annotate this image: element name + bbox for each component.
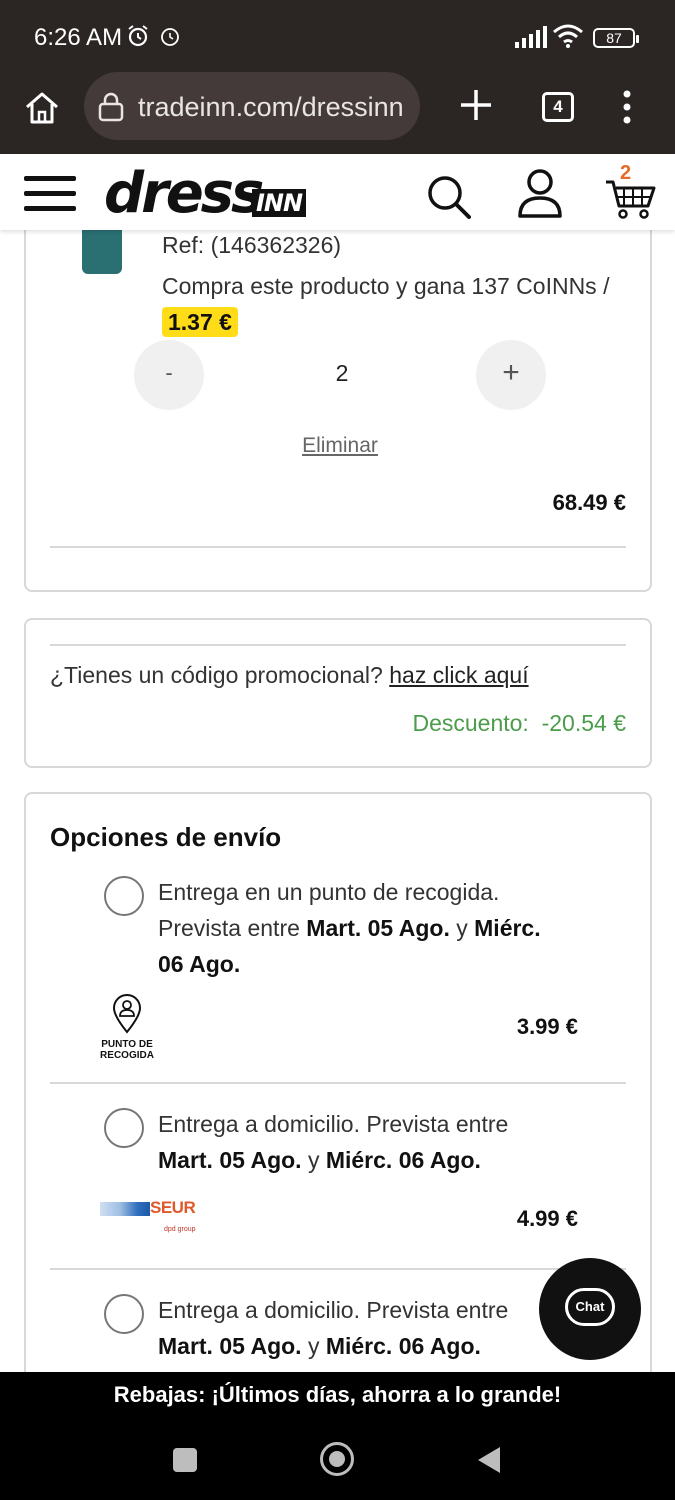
- coinn-value-badge: 1.37 €: [162, 307, 238, 337]
- option-date-to: Miérc. 06 Ago.: [325, 1147, 481, 1173]
- option-connector: y: [307, 1333, 320, 1359]
- option-eta-prefix: Prevista entre: [158, 915, 300, 941]
- quantity-value: 2: [335, 360, 349, 386]
- divider: [50, 1082, 626, 1084]
- seur-wordmark: SEUR: [150, 1198, 196, 1217]
- promo-card: ¿Tienes un código promocional? haz click…: [24, 618, 652, 768]
- system-nav-bar: [0, 1418, 675, 1500]
- discount-value: -20.54 €: [541, 710, 626, 736]
- site-header: dress INN 2: [0, 154, 675, 230]
- option-date-from: Mart. 05 Ago.: [158, 1147, 302, 1173]
- shipping-option-pickup-radio[interactable]: [104, 876, 144, 916]
- shipping-option-pickup-text: Entrega en un punto de recogida. Previst…: [158, 874, 588, 982]
- increase-quantity-button[interactable]: +: [476, 340, 546, 410]
- option-description: Entrega a domicilio. Prevista entre: [158, 1297, 509, 1323]
- coinn-reward-text: Compra este producto y gana 137 CoINNs /…: [162, 268, 632, 340]
- wifi-icon: [553, 24, 583, 48]
- chat-button[interactable]: Chat: [539, 1258, 641, 1360]
- shipping-option-home-radio[interactable]: [104, 1294, 144, 1334]
- promo-question: ¿Tienes un código promocional?: [50, 662, 383, 688]
- url-text: tradeinn.com/dressinn: [138, 92, 404, 122]
- cart-count-badge: 2: [620, 162, 632, 184]
- option-date-to: Miérc. 06 Ago.: [325, 1333, 481, 1359]
- option-connector: y: [456, 915, 468, 941]
- product-ref: Ref: (146362326): [162, 232, 342, 258]
- shipping-title: Opciones de envío: [50, 822, 282, 852]
- nav-home-icon[interactable]: [320, 1442, 354, 1476]
- option-date-from: Mart. 05 Ago.: [158, 1333, 302, 1359]
- logo-inn: INN: [252, 189, 307, 217]
- pickup-label-1: PUNTO DE: [101, 1039, 153, 1050]
- shipping-option-home-seur-text: Entrega a domicilio. Prevista entre Mart…: [158, 1106, 588, 1178]
- battery-indicator: 87: [593, 28, 639, 48]
- lock-icon: [98, 92, 124, 122]
- option-description: Entrega en un punto de recogida.: [158, 879, 500, 905]
- seur-logo: SEUR dpd group: [100, 1198, 210, 1242]
- shipping-option-home-seur-price: 4.99 €: [516, 1206, 578, 1231]
- pickup-label-2: RECOGIDA: [100, 1050, 154, 1061]
- pickup-point-logo: PUNTO DE RECOGIDA: [96, 994, 158, 1062]
- recent-apps-icon[interactable]: [173, 1448, 197, 1472]
- logo-wordmark: dress: [104, 161, 264, 226]
- dressinn-logo[interactable]: dress INN: [104, 166, 307, 222]
- discount-line: Descuento: -20.54 €: [412, 710, 626, 737]
- address-bar[interactable]: tradeinn.com/dressinn: [84, 72, 420, 140]
- browser-toolbar: tradeinn.com/dressinn 4: [0, 72, 675, 154]
- home-icon[interactable]: [22, 88, 62, 128]
- option-description: Entrega a domicilio. Prevista entre: [158, 1111, 509, 1137]
- option-date-to-day: 06 Ago.: [158, 951, 241, 977]
- user-icon[interactable]: [516, 168, 564, 220]
- promo-code-prompt: ¿Tienes un código promocional? haz click…: [50, 662, 529, 689]
- status-time: 6:26 AM: [34, 24, 123, 51]
- coinn-text: Compra este producto y gana 137 CoINNs: [162, 273, 597, 299]
- cart-item-card: Ref: (146362326) Compra este producto y …: [24, 230, 652, 592]
- option-date-to: Miérc.: [474, 915, 541, 941]
- status-bar: 6:26 AM 87: [0, 0, 675, 72]
- tab-switcher-button[interactable]: 4: [542, 92, 574, 122]
- shipping-option-home-text: Entrega a domicilio. Prevista entre Mart…: [158, 1292, 588, 1364]
- sale-banner[interactable]: Rebajas: ¡Últimos días, ahorra a lo gran…: [0, 1372, 675, 1418]
- search-icon[interactable]: [426, 174, 472, 220]
- decrease-quantity-button[interactable]: -: [134, 340, 204, 410]
- signal-icon: [515, 26, 547, 48]
- cart-content: Ref: (146362326) Compra este producto y …: [0, 230, 675, 1372]
- hamburger-menu-icon[interactable]: [24, 176, 76, 214]
- dpd-group-mark: dpd group: [164, 1226, 196, 1233]
- more-menu-icon[interactable]: [620, 90, 634, 124]
- coinn-separator: /: [603, 273, 610, 299]
- alarm-icon: [128, 25, 148, 47]
- product-thumbnail[interactable]: [82, 230, 122, 274]
- shipping-option-home-seur-radio[interactable]: [104, 1108, 144, 1148]
- divider: [50, 1268, 626, 1270]
- back-icon[interactable]: [478, 1447, 500, 1473]
- line-total: 68.49 €: [552, 490, 626, 515]
- option-connector: y: [307, 1147, 320, 1173]
- shipping-option-pickup-price: 3.99 €: [516, 1014, 578, 1039]
- divider: [50, 644, 626, 646]
- chat-bubble-icon: Chat: [565, 1288, 615, 1326]
- discount-label: Descuento:: [412, 710, 529, 736]
- promo-code-link[interactable]: haz click aquí: [389, 662, 528, 688]
- alarm-outline-icon: [161, 28, 179, 46]
- option-date-from: Mart. 05 Ago.: [306, 915, 450, 941]
- new-tab-icon[interactable]: [458, 87, 494, 123]
- divider: [50, 546, 626, 548]
- location-pin-icon: [112, 994, 142, 1034]
- remove-item-link[interactable]: Eliminar: [26, 434, 654, 458]
